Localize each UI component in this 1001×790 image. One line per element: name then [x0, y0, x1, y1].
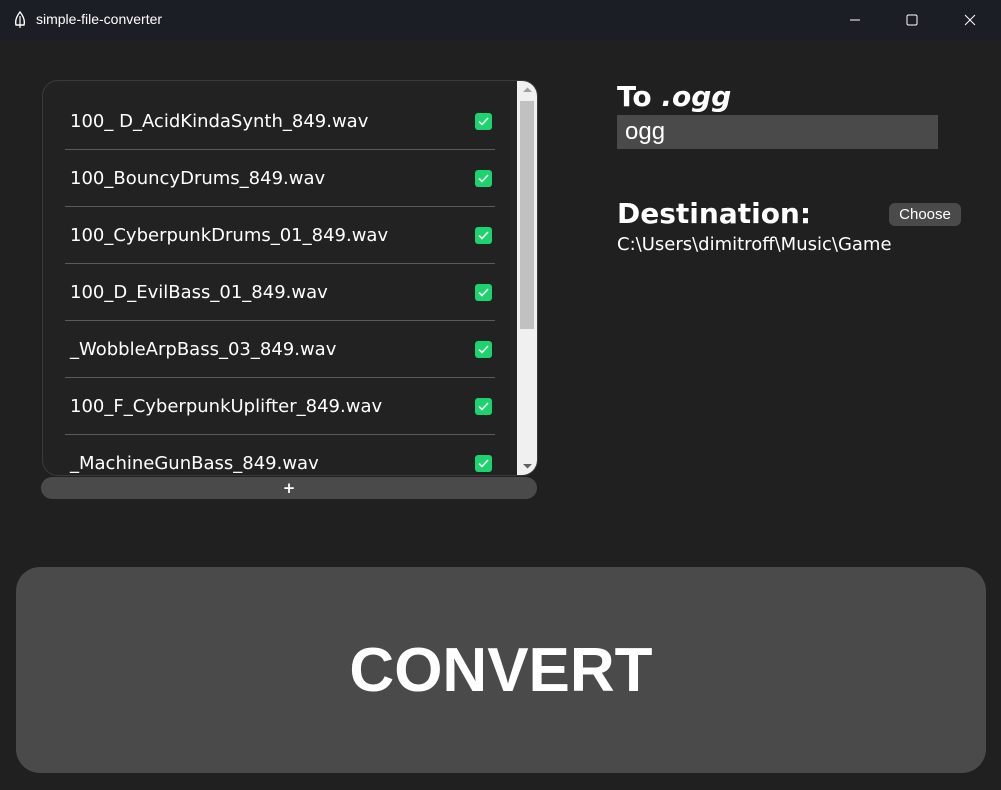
scroll-thumb[interactable] — [520, 101, 534, 329]
checkmark-icon — [478, 458, 489, 468]
file-checkbox[interactable] — [475, 169, 492, 187]
file-checkbox[interactable] — [475, 340, 492, 358]
list-item[interactable]: 100_F_CyberpunkUplifter_849.wav — [65, 378, 495, 435]
list-item[interactable]: 100_BouncyDrums_849.wav — [65, 150, 495, 207]
checkmark-icon — [478, 344, 489, 354]
list-item[interactable]: _MachineGunBass_849.wav — [65, 435, 495, 475]
minimize-button[interactable] — [826, 0, 884, 40]
file-name: _WobbleArpBass_03_849.wav — [70, 338, 337, 360]
checkmark-icon — [478, 401, 489, 411]
list-item[interactable]: _WobbleArpBass_03_849.wav — [65, 321, 495, 378]
scroll-down-button[interactable] — [517, 457, 537, 475]
destination-label: Destination: — [617, 197, 812, 230]
file-name: 100_BouncyDrums_849.wav — [70, 167, 326, 189]
list-item[interactable]: 100_CyberpunkDrums_01_849.wav — [65, 207, 495, 264]
list-item[interactable]: 100_D_EvilBass_01_849.wav — [65, 264, 495, 321]
choose-destination-button[interactable]: Choose — [889, 203, 961, 226]
file-checkbox[interactable] — [475, 112, 492, 130]
add-file-button[interactable]: + — [41, 477, 537, 499]
file-name: _MachineGunBass_849.wav — [70, 452, 319, 474]
file-checkbox[interactable] — [475, 226, 492, 244]
title-bar: simple-file-converter — [0, 0, 1001, 40]
maximize-button[interactable] — [883, 0, 941, 40]
file-checkbox[interactable] — [475, 283, 492, 301]
file-name: 100_CyberpunkDrums_01_849.wav — [70, 224, 389, 246]
target-label-prefix: To — [617, 80, 652, 113]
main-content: 100_ D_AcidKindaSynth_849.wav 100_BouncyD… — [0, 40, 1001, 790]
maximize-icon — [906, 14, 918, 26]
file-name: 100_D_EvilBass_01_849.wav — [70, 281, 328, 303]
target-label-ext: .ogg — [661, 80, 732, 113]
minimize-icon — [850, 19, 860, 21]
file-checkbox[interactable] — [475, 397, 492, 415]
destination-path: C:\Users\dimitroff\Music\Game — [617, 234, 892, 255]
close-button[interactable] — [941, 0, 999, 40]
arrow-up-icon — [522, 87, 532, 92]
scrollbar[interactable] — [517, 81, 537, 475]
scroll-up-button[interactable] — [517, 81, 537, 99]
format-input[interactable] — [617, 115, 938, 149]
file-list[interactable]: 100_ D_AcidKindaSynth_849.wav 100_BouncyD… — [42, 80, 538, 476]
checkmark-icon — [478, 116, 489, 126]
file-name: 100_ D_AcidKindaSynth_849.wav — [70, 110, 369, 132]
close-icon — [964, 14, 976, 26]
file-name: 100_F_CyberpunkUplifter_849.wav — [70, 395, 383, 417]
checkmark-icon — [478, 173, 489, 183]
file-checkbox[interactable] — [475, 454, 492, 472]
arrow-down-icon — [522, 464, 532, 469]
convert-button[interactable]: CONVERT — [16, 567, 986, 773]
checkmark-icon — [478, 287, 489, 297]
target-format-label: To .ogg — [617, 80, 731, 114]
file-items: 100_ D_AcidKindaSynth_849.wav 100_BouncyD… — [65, 93, 495, 475]
checkmark-icon — [478, 230, 489, 240]
list-item[interactable]: 100_ D_AcidKindaSynth_849.wav — [65, 93, 495, 150]
feather-icon — [12, 10, 28, 29]
window-title: simple-file-converter — [36, 11, 163, 27]
